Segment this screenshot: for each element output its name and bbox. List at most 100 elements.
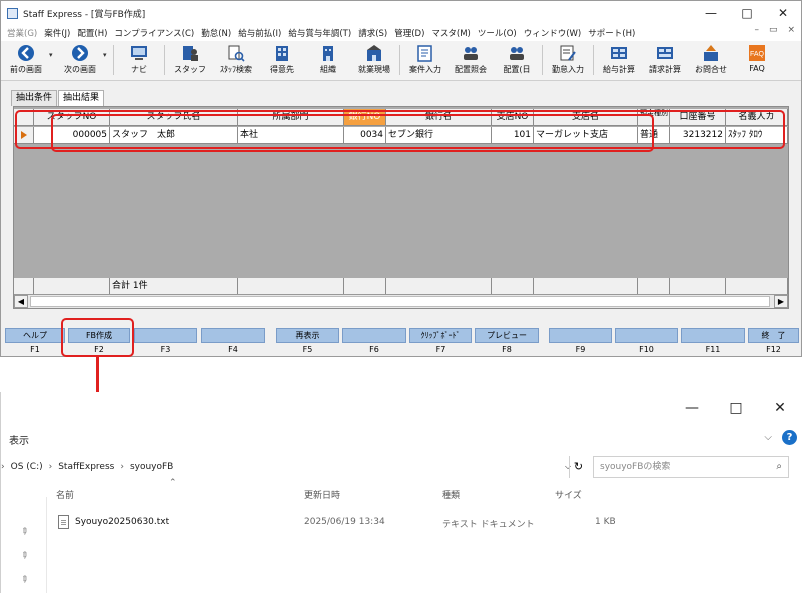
mdi-restore-button[interactable]: ▭ bbox=[769, 25, 778, 35]
menu-compliance[interactable]: コンプライアンス(C) bbox=[114, 27, 194, 39]
f8-preview-button[interactable]: プレビュー bbox=[475, 328, 539, 343]
f1-key-label: F1 bbox=[30, 345, 40, 354]
menu-kyuyo-maebarai[interactable]: 給与前払(I) bbox=[238, 27, 281, 39]
organization-icon bbox=[318, 43, 338, 62]
billing-button[interactable]: 請求計算 bbox=[642, 41, 688, 79]
back-arrow-icon bbox=[16, 43, 36, 62]
back-button[interactable]: 前の画面 bbox=[3, 41, 49, 79]
menu-master[interactable]: マスタ(M) bbox=[431, 27, 470, 39]
f6-key-label: F6 bbox=[369, 345, 379, 354]
col-size[interactable]: サイズ bbox=[555, 488, 582, 501]
breadcrumb-syouyofb[interactable]: syouyoFB bbox=[130, 462, 173, 472]
menu-anken[interactable]: 案件(J) bbox=[44, 27, 70, 39]
menu-window[interactable]: ウィンドウ(W) bbox=[524, 27, 582, 39]
f12-exit-button[interactable]: 終 了 bbox=[748, 328, 799, 343]
file-name[interactable]: Syouyo20250630.txt bbox=[75, 517, 169, 527]
file-explorer-window: — □ ✕ 表示 ⌵ ? › OS (C:) › StaffExpress › … bbox=[0, 392, 802, 593]
search-input[interactable]: syouyoFBの検索 ⌕ bbox=[593, 456, 789, 478]
pin-icon[interactable]: ✎ bbox=[18, 526, 30, 538]
maximize-button[interactable]: □ bbox=[729, 1, 765, 25]
f11-button[interactable] bbox=[681, 328, 745, 343]
client-button[interactable]: 得意先 bbox=[259, 41, 305, 79]
explorer-close-button[interactable]: ✕ bbox=[758, 400, 802, 416]
back-dropdown[interactable]: ▾ bbox=[49, 41, 57, 59]
menu-seikyu[interactable]: 請求(S) bbox=[358, 27, 387, 39]
menu-kyuyo-shoyo[interactable]: 給与賞与年調(T) bbox=[288, 27, 351, 39]
navi-button[interactable]: ナビ bbox=[116, 41, 162, 79]
scroll-right-button[interactable]: ▶ bbox=[774, 295, 788, 308]
inquiry-button[interactable]: お問合せ bbox=[688, 41, 734, 79]
horizontal-scrollbar[interactable]: ◀ ▶ bbox=[14, 294, 788, 308]
text-file-icon bbox=[58, 515, 69, 529]
staff-button[interactable]: スタッフ bbox=[167, 41, 213, 79]
staff-search-button[interactable]: ｽﾀｯﾌ検索 bbox=[213, 41, 259, 79]
f9-key-label: F9 bbox=[575, 345, 586, 354]
client-icon bbox=[272, 43, 292, 62]
menu-bar: 営業(G) 案件(J) 配置(H) コンプライアンス(C) 勤怠(N) 給与前払… bbox=[1, 25, 801, 41]
col-type[interactable]: 種類 bbox=[442, 488, 460, 501]
f4-button[interactable] bbox=[201, 328, 265, 343]
ribbon-view-tab[interactable]: 表示 bbox=[9, 432, 29, 447]
quick-access-pins: ✎ ✎ ✎ bbox=[18, 526, 30, 586]
scroll-thumb[interactable] bbox=[30, 296, 770, 307]
organization-button[interactable]: 組織 bbox=[305, 41, 351, 79]
f5-refresh-button[interactable]: 再表示 bbox=[276, 328, 339, 343]
address-chevron-icon: › bbox=[1, 462, 5, 472]
breadcrumb-staffexpress[interactable]: StaffExpress bbox=[58, 462, 114, 472]
grid-total: 合計 1件 bbox=[110, 278, 238, 295]
close-button[interactable]: ✕ bbox=[765, 1, 801, 25]
menu-kanri[interactable]: 管理(D) bbox=[394, 27, 424, 39]
f1-help-button[interactable]: ヘルプ bbox=[5, 328, 65, 343]
ribbon-expand-chevron-icon[interactable]: ⌵ bbox=[764, 432, 772, 443]
menu-eigyo[interactable]: 営業(G) bbox=[7, 27, 37, 39]
job-entry-icon bbox=[415, 43, 435, 62]
job-entry-button[interactable]: 案件入力 bbox=[402, 41, 448, 79]
tab-extraction-conditions[interactable]: 抽出条件 bbox=[11, 90, 58, 106]
forward-arrow-icon bbox=[70, 43, 90, 62]
file-row-highlight bbox=[51, 114, 654, 152]
mdi-minimize-button[interactable]: – bbox=[754, 25, 759, 35]
f6-button[interactable] bbox=[342, 328, 406, 343]
assignment-inquiry-icon bbox=[461, 43, 481, 62]
pin-icon[interactable]: ✎ bbox=[18, 550, 30, 562]
forward-dropdown[interactable]: ▾ bbox=[103, 41, 111, 59]
refresh-icon[interactable]: ↻ bbox=[569, 456, 587, 478]
file-modified: 2025/06/19 13:34 bbox=[304, 517, 385, 527]
search-icon: ⌕ bbox=[776, 461, 782, 472]
f9-button[interactable] bbox=[549, 328, 612, 343]
menu-kintai[interactable]: 勤怠(N) bbox=[201, 27, 231, 39]
menu-support[interactable]: サポート(H) bbox=[588, 27, 635, 39]
forward-button[interactable]: 次の画面 bbox=[57, 41, 103, 79]
payroll-button[interactable]: 給与計算 bbox=[596, 41, 642, 79]
grid-footer-row: 合計 1件 bbox=[14, 278, 788, 295]
toolbar: 前の画面 ▾ 次の画面 ▾ ナビ スタッフ ｽﾀｯﾌ検索 得意先 組織 就業現場… bbox=[1, 41, 801, 81]
breadcrumb-os-c[interactable]: OS (C:) bbox=[11, 462, 43, 472]
worksite-button[interactable]: 就業現場 bbox=[351, 41, 397, 79]
col-modified[interactable]: 更新日時 bbox=[304, 488, 340, 501]
worksite-icon bbox=[364, 43, 384, 62]
explorer-maximize-button[interactable]: □ bbox=[714, 400, 758, 416]
assignment-daily-icon bbox=[507, 43, 527, 62]
staff-express-window: Staff Express - [賞与FB作成] — □ ✕ 営業(G) 案件(… bbox=[0, 0, 802, 357]
pin-icon[interactable]: ✎ bbox=[18, 574, 30, 586]
f7-clipboard-button[interactable]: ｸﾘｯﾌﾟﾎﾞｰﾄﾞ bbox=[409, 328, 472, 343]
assignment-inquiry-button[interactable]: 配置照会 bbox=[448, 41, 494, 79]
help-icon[interactable]: ? bbox=[782, 430, 797, 445]
f3-button[interactable] bbox=[134, 328, 197, 343]
tab-extraction-results[interactable]: 抽出結果 bbox=[58, 90, 105, 107]
mdi-close-button[interactable]: × bbox=[787, 25, 795, 35]
f7-key-label: F7 bbox=[435, 345, 446, 354]
minimize-button[interactable]: — bbox=[693, 1, 729, 25]
menu-tool[interactable]: ツール(O) bbox=[478, 27, 517, 39]
attendance-entry-icon bbox=[558, 43, 578, 62]
f10-button[interactable] bbox=[615, 328, 678, 343]
faq-button[interactable]: FAQ FAQ bbox=[734, 41, 780, 79]
scroll-left-button[interactable]: ◀ bbox=[14, 295, 28, 308]
menu-haichi[interactable]: 配置(H) bbox=[77, 27, 107, 39]
col-name[interactable]: 名前 bbox=[56, 488, 74, 501]
address-bar[interactable]: › OS (C:) › StaffExpress › syouyoFB bbox=[1, 456, 591, 478]
explorer-minimize-button[interactable]: — bbox=[670, 400, 714, 416]
f10-key-label: F10 bbox=[639, 345, 654, 354]
attendance-entry-button[interactable]: 勤怠入力 bbox=[545, 41, 591, 79]
assignment-daily-button[interactable]: 配置(日 bbox=[494, 41, 540, 79]
